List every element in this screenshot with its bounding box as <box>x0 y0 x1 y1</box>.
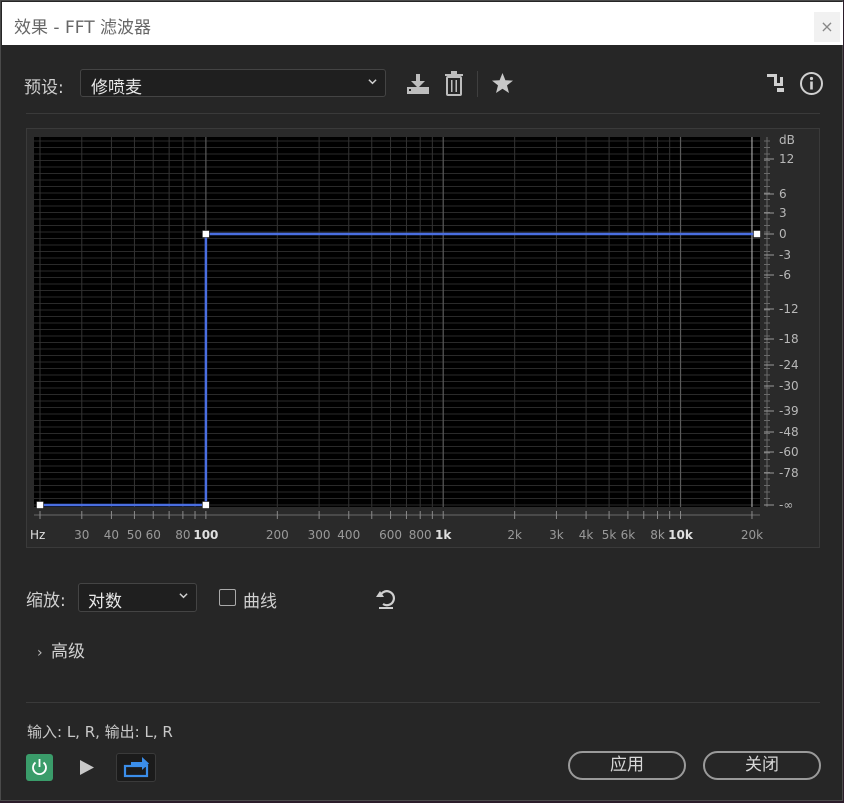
info-icon[interactable] <box>799 71 824 96</box>
y-axis-tick-label: -∞ <box>779 498 793 512</box>
advanced-label: 高级 <box>51 642 85 662</box>
window-title: 效果 - FFT 滤波器 <box>14 18 151 38</box>
curve-checkbox[interactable] <box>219 589 236 606</box>
x-axis-tick-label: Hz <box>30 528 45 542</box>
x-axis-tick-label: 80 <box>175 528 190 542</box>
preset-dropdown[interactable]: 修喷麦 <box>80 69 386 98</box>
y-axis-tick-label: -18 <box>779 332 799 346</box>
x-axis-tick-label: 20k <box>741 528 763 542</box>
power-button[interactable] <box>26 754 53 781</box>
control-point[interactable] <box>36 501 44 509</box>
x-axis-tick-label: 60 <box>146 528 161 542</box>
close-button[interactable]: 关闭 <box>703 751 821 780</box>
curve-checkbox-label: 曲线 <box>243 592 277 612</box>
y-axis-tick-label: 3 <box>779 206 787 220</box>
close-icon[interactable]: × <box>814 12 840 42</box>
chevron-down-icon <box>179 593 188 599</box>
play-icon[interactable] <box>79 759 95 776</box>
control-point[interactable] <box>753 230 761 238</box>
y-axis-unit-label: dB <box>779 133 795 147</box>
x-axis-tick-label: 6k <box>621 528 636 542</box>
zoom-label: 缩放: <box>26 591 66 611</box>
advanced-toggle[interactable]: › 高级 <box>37 637 85 662</box>
trash-icon[interactable] <box>444 71 464 96</box>
y-axis-tick-label: -6 <box>779 268 791 282</box>
y-axis-tick-label: -24 <box>779 358 799 372</box>
y-axis-tick-label: -30 <box>779 379 799 393</box>
control-point[interactable] <box>202 230 210 238</box>
zoom-value: 对数 <box>88 592 122 612</box>
toolbar-separator <box>477 71 478 97</box>
x-axis-tick-label: 1k <box>435 528 452 542</box>
x-axis-tick-label: 3k <box>549 528 564 542</box>
download-save-icon[interactable] <box>405 72 431 96</box>
chevron-down-icon <box>368 79 377 85</box>
x-axis-tick-label: 50 <box>127 528 142 542</box>
frequency-response-panel: dB 12 6 3 0 -3 -6 -12 -18 -24 -30 -39 -48 -60 -78 -∞ Hz 3… <box>26 128 820 548</box>
io-status: 输入: L, R, 输出: L, R <box>27 723 173 741</box>
preset-label: 预设: <box>24 78 64 98</box>
loop-icon <box>123 757 149 778</box>
divider <box>26 113 820 114</box>
routing-icon[interactable] <box>766 73 786 93</box>
y-axis-tick-label: -60 <box>779 445 799 459</box>
y-axis-tick-label: 12 <box>779 152 794 166</box>
x-axis-tick-label: 10k <box>668 528 694 542</box>
x-axis-tick-label: 8k <box>650 528 665 542</box>
frequency-response-chart[interactable]: dB12630-3-6-12-18-24-30-39-48-60-78-∞Hz 3… <box>27 129 821 549</box>
x-axis-tick-label: 2k <box>507 528 522 542</box>
x-axis-tick-label: 100 <box>193 528 218 542</box>
apply-button[interactable]: 应用 <box>568 751 686 780</box>
preset-value: 修喷麦 <box>91 78 142 98</box>
control-point[interactable] <box>202 501 210 509</box>
x-axis-tick-label: 300 <box>308 528 331 542</box>
reset-icon[interactable] <box>375 588 397 610</box>
y-axis-tick-label: -3 <box>779 248 791 262</box>
y-axis-tick-label: 0 <box>779 227 787 241</box>
fft-filter-dialog: 效果 - FFT 滤波器 × 预设: 修喷麦 dB 12 6 3 0 -3 -6… <box>0 0 843 801</box>
divider <box>26 702 820 703</box>
title-bar[interactable]: 效果 - FFT 滤波器 × <box>2 2 843 45</box>
x-axis-tick-label: 40 <box>104 528 119 542</box>
y-axis-tick-label: -39 <box>779 404 799 418</box>
x-axis-tick-label: 200 <box>266 528 289 542</box>
y-axis-tick-label: 6 <box>779 187 787 201</box>
power-icon <box>32 759 47 776</box>
x-axis-tick-label: 600 <box>379 528 402 542</box>
chevron-right-icon: › <box>37 645 43 661</box>
zoom-dropdown[interactable]: 对数 <box>78 583 197 612</box>
y-axis-tick-label: -78 <box>779 466 799 480</box>
x-axis-tick-label: 800 <box>409 528 432 542</box>
y-axis-tick-label: -12 <box>779 302 799 316</box>
x-axis-tick-label: 400 <box>337 528 360 542</box>
y-axis-tick-label: -48 <box>779 425 799 439</box>
x-axis-tick-label: 4k <box>579 528 594 542</box>
x-axis-tick-label: 30 <box>74 528 89 542</box>
star-icon[interactable] <box>491 72 514 94</box>
loop-button[interactable] <box>116 753 156 782</box>
x-axis-tick-label: 5k <box>602 528 617 542</box>
